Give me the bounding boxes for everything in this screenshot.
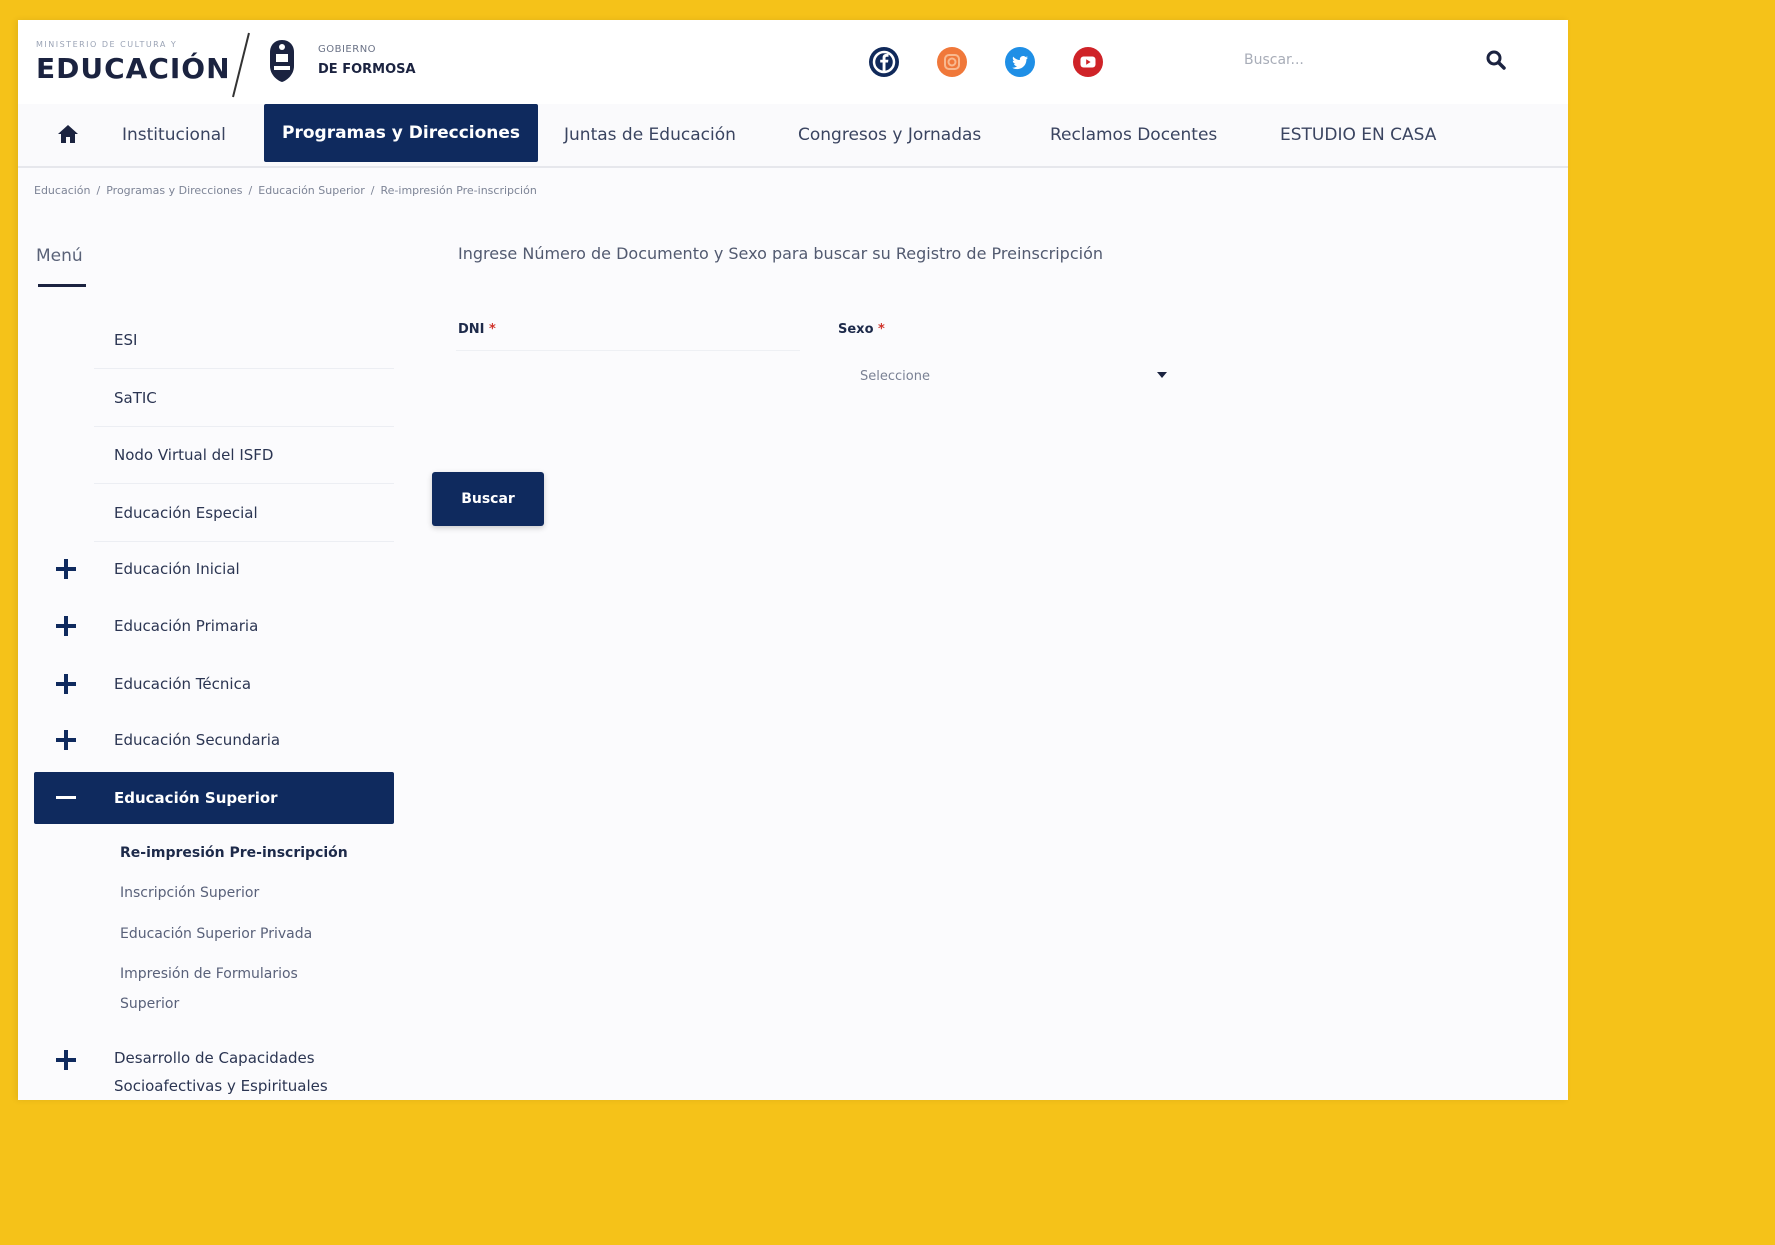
nav-item-congresos[interactable]: Congresos y Jornadas <box>798 104 981 166</box>
sidebar-item-label: Nodo Virtual del ISFD <box>114 446 274 464</box>
breadcrumb-separator: / <box>248 184 253 197</box>
required-mark: * <box>489 322 496 337</box>
sidebar-item-label: Educación Inicial <box>114 560 240 578</box>
nav-item-programas[interactable]: Programas y Direcciones <box>264 104 539 162</box>
nav-item-institucional[interactable]: Institucional <box>122 104 226 166</box>
breadcrumb-link[interactable]: Educación <box>34 184 91 197</box>
breadcrumb-separator: / <box>370 184 375 197</box>
search-box <box>1240 42 1520 80</box>
twitter-icon[interactable] <box>994 36 1046 88</box>
sidebar-item-nodo-virtual[interactable]: Nodo Virtual del ISFD <box>94 427 394 484</box>
sidebar-subitem-superior-privada[interactable]: Educación Superior Privada <box>120 919 360 949</box>
sidebar-title: Menú <box>36 246 83 266</box>
search-input[interactable] <box>1240 42 1466 78</box>
plus-icon[interactable] <box>54 614 78 638</box>
sidebar-item-educacion-tecnica[interactable]: Educación Técnica <box>18 656 394 712</box>
sidebar-title-underline <box>38 284 86 287</box>
sidebar-subitem-impresion-formularios[interactable]: Impresión de Formularios Superior <box>120 959 340 1019</box>
sidebar-item-label: SaTIC <box>114 389 157 407</box>
sexo-label: Sexo * <box>838 322 885 337</box>
instagram-icon[interactable] <box>926 36 978 88</box>
minus-icon[interactable] <box>56 796 76 799</box>
nav-item-juntas[interactable]: Juntas de Educación <box>564 104 736 166</box>
sidebar-item-satic[interactable]: SaTIC <box>94 370 394 427</box>
nav-item-reclamos[interactable]: Reclamos Docentes <box>1050 104 1217 166</box>
plus-icon[interactable] <box>54 557 78 581</box>
crest-icon <box>270 40 294 82</box>
facebook-icon[interactable] <box>858 36 910 88</box>
government-label-1: GOBIERNO <box>318 44 377 55</box>
dni-field[interactable] <box>456 350 800 389</box>
browser-page: MINISTERIO DE CULTURA Y EDUCACIÓN GOBIER… <box>18 20 1568 1100</box>
government-label-2: DE FORMOSA <box>318 62 416 77</box>
sidebar-item-label: Educación Técnica <box>114 675 252 693</box>
sidebar-subitem-inscripcion[interactable]: Inscripción Superior <box>120 878 360 908</box>
sidebar-item-label: Desarrollo de Capacidades Socioafectivas… <box>114 1049 328 1095</box>
logo-divider <box>232 32 250 98</box>
breadcrumb: Educación / Programas y Direcciones / Educac… <box>34 184 537 197</box>
plus-icon[interactable] <box>54 672 78 696</box>
ministry-small-label: MINISTERIO DE CULTURA Y <box>36 40 178 49</box>
home-icon[interactable] <box>56 122 80 146</box>
chevron-down-icon <box>1157 372 1167 378</box>
form-title: Ingrese Número de Documento y Sexo para … <box>458 244 1104 263</box>
sidebar-item-educacion-primaria[interactable]: Educación Primaria <box>18 598 394 654</box>
sidebar-item-educacion-inicial[interactable]: Educación Inicial <box>18 541 394 597</box>
sidebar-subitem-reimpresion[interactable]: Re-impresión Pre-inscripción <box>120 838 360 868</box>
breadcrumb-separator: / <box>96 184 101 197</box>
sidebar-item-label: Educación Primaria <box>114 617 259 635</box>
sidebar-item-educacion-superior[interactable]: Educación Superior <box>34 772 394 824</box>
nav-item-estudio[interactable]: ESTUDIO EN CASA <box>1280 104 1436 166</box>
main-nav: Institucional Programas y Direcciones Ju… <box>18 104 1568 168</box>
sidebar-item-label: Educación Especial <box>114 504 258 522</box>
sexo-select[interactable]: Seleccione <box>836 356 1176 396</box>
sidebar-item-label: ESI <box>114 331 138 349</box>
plus-icon[interactable] <box>54 728 78 752</box>
search-icon[interactable] <box>1484 48 1508 72</box>
sidebar-item-educacion-especial[interactable]: Educación Especial <box>94 485 394 542</box>
buscar-button[interactable]: Buscar <box>432 472 544 526</box>
breadcrumb-link[interactable]: Programas y Direcciones <box>106 184 242 197</box>
required-mark: * <box>878 322 885 337</box>
dni-label: DNI * <box>458 322 496 337</box>
breadcrumb-current: Re-impresión Pre-inscripción <box>380 184 537 197</box>
site-header: MINISTERIO DE CULTURA Y EDUCACIÓN GOBIER… <box>18 20 1568 104</box>
breadcrumb-link[interactable]: Educación Superior <box>258 184 365 197</box>
sidebar-item-educacion-secundaria[interactable]: Educación Secundaria <box>18 712 394 768</box>
sexo-label-text: Sexo <box>838 322 874 337</box>
sidebar-item-desarrollo-capacidades[interactable]: Desarrollo de Capacidades Socioafectivas… <box>18 1044 394 1100</box>
dni-label-text: DNI <box>458 322 485 337</box>
site-logo-text[interactable]: EDUCACIÓN <box>36 52 231 85</box>
youtube-icon[interactable] <box>1062 36 1114 88</box>
sidebar-item-esi[interactable]: ESI <box>94 312 394 369</box>
sidebar-item-label: Educación Secundaria <box>114 731 281 749</box>
sidebar-item-label: Educación Superior <box>114 789 278 807</box>
sexo-select-value: Seleccione <box>860 368 930 384</box>
plus-icon[interactable] <box>54 1048 78 1072</box>
